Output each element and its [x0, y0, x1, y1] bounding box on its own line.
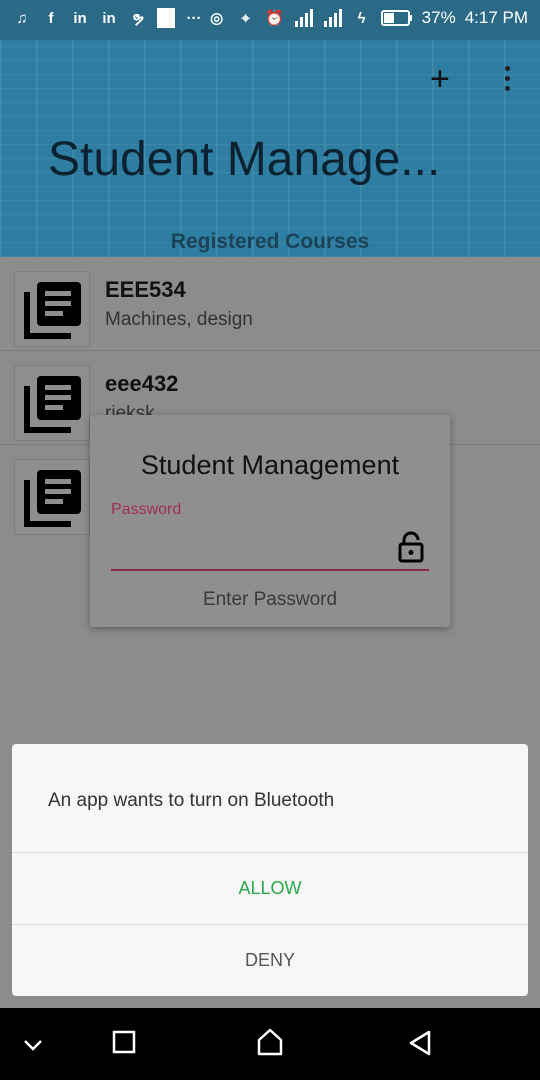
charging-icon: ϟ — [357, 9, 366, 27]
app-bar: + Student Manage... Registered Courses — [0, 40, 540, 257]
location-icon: ⌖ — [241, 9, 250, 27]
dialog-message: An app wants to turn on Bluetooth — [48, 790, 335, 811]
more-dots-icon: ··· — [186, 9, 202, 27]
deny-button[interactable]: DENY — [12, 925, 528, 996]
library-books-icon — [14, 365, 90, 441]
battery-icon — [380, 10, 412, 26]
signal-4g-icon — [323, 9, 342, 27]
home-icon[interactable] — [257, 1028, 283, 1056]
overflow-menu-icon[interactable] — [498, 64, 516, 94]
signal-icon — [294, 9, 313, 27]
chevron-down-icon[interactable] — [22, 1038, 44, 1052]
hotspot-icon: ◎ — [210, 10, 224, 27]
bluetooth-dialog: An app wants to turn on Bluetooth ALLOW … — [12, 744, 528, 996]
navigation-bar — [0, 1008, 540, 1080]
library-books-icon — [14, 459, 90, 535]
notification-icons: ♫ f in in ຯ ··· — [12, 8, 204, 28]
clock: 4:17 PM — [464, 8, 528, 27]
course-description: Machines, design — [105, 309, 253, 330]
music-icon: ♫ — [16, 9, 28, 27]
system-icons: ◎ ⌖ ⏰ ϟ 37% 4:17 PM — [207, 8, 528, 28]
battery-percent: 37% — [421, 8, 456, 27]
library-books-icon — [14, 271, 90, 347]
list-item[interactable]: EEE534 Machines, design — [0, 257, 540, 351]
password-hint: Enter Password — [202, 589, 338, 610]
password-label: Password — [111, 501, 182, 518]
course-code: EEE534 — [105, 277, 186, 302]
swirl-icon: ຯ — [132, 10, 144, 27]
section-subtitle: Registered Courses — [170, 230, 370, 253]
recents-icon[interactable] — [112, 1030, 136, 1054]
lock-open-icon[interactable] — [396, 531, 426, 568]
alarm-icon: ⏰ — [265, 10, 284, 27]
white-square-icon — [157, 8, 175, 28]
back-icon[interactable] — [408, 1030, 432, 1056]
plus-icon[interactable]: + — [430, 62, 450, 96]
password-input[interactable] — [111, 569, 429, 571]
password-dialog: Student Management Password Enter Passwo… — [90, 415, 450, 627]
dialog-title: Student Management — [140, 450, 400, 480]
facebook-icon: f — [48, 9, 54, 27]
page-title: Student Manage... — [48, 133, 441, 186]
linkedin-icon: in — [102, 9, 116, 27]
linkedin-icon: in — [73, 9, 87, 27]
course-code: eee432 — [105, 371, 179, 396]
allow-button[interactable]: ALLOW — [12, 853, 528, 924]
status-bar: ♫ f in in ຯ ··· ◎ ⌖ ⏰ ϟ 37% 4:17 PM — [0, 0, 540, 40]
